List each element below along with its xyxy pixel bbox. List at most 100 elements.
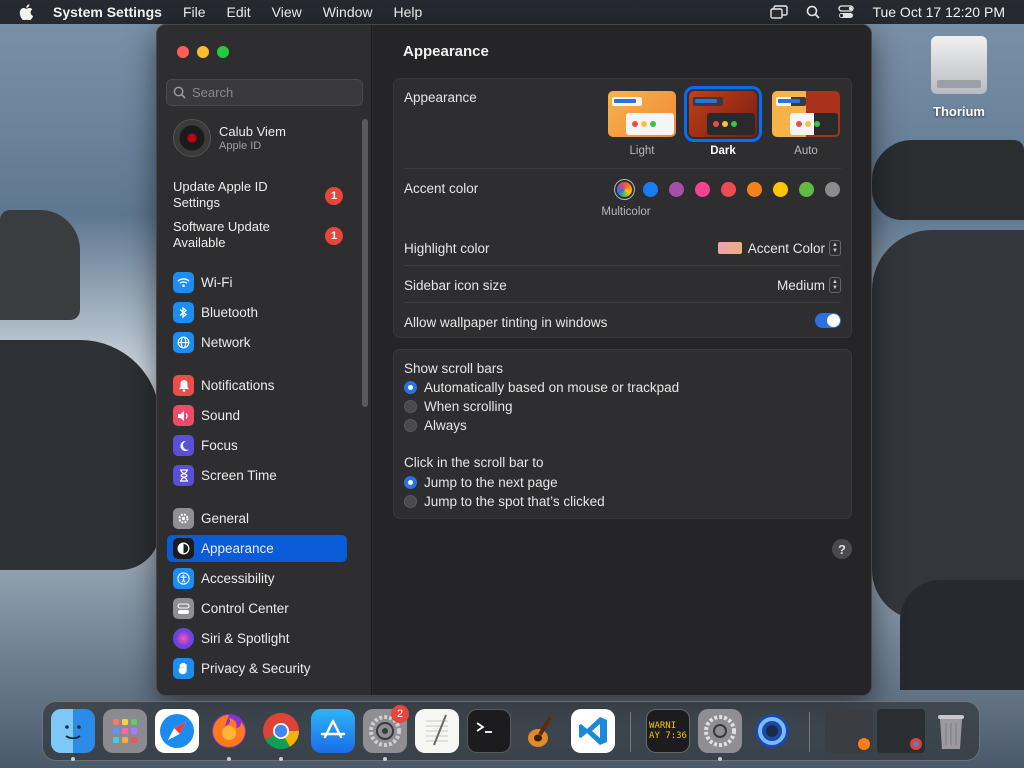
menu-bar: System Settings File Edit View Window He… (0, 0, 1024, 24)
control-center-icon[interactable] (838, 5, 855, 19)
wallpaper-rock (900, 580, 1024, 690)
wallpaper-rock (872, 140, 1024, 220)
scroll-bars-always-option[interactable]: Always (404, 418, 467, 433)
accent-graphite-swatch[interactable] (825, 182, 840, 197)
sidebar-item-wifi[interactable]: Wi-Fi (167, 269, 347, 296)
sidebar-scrollbar[interactable] (362, 119, 368, 407)
terminal-icon[interactable] (467, 709, 511, 753)
firefox-icon[interactable] (207, 709, 251, 753)
close-window-button[interactable] (177, 46, 189, 58)
apple-id-profile[interactable]: Calub Viem Apple ID (173, 119, 286, 157)
appearance-dark-thumbnail[interactable] (684, 86, 762, 142)
wallpaper-tinting-toggle[interactable] (815, 313, 841, 328)
running-indicator (383, 757, 387, 761)
highlight-color-value: Accent Color (747, 240, 825, 256)
sidebar-item-notifications[interactable]: Notifications (167, 372, 347, 399)
sidebar-icon-size-row: Sidebar icon size Medium ▲ ▼ (404, 277, 841, 293)
accent-blue-swatch[interactable] (643, 182, 658, 197)
appearance-auto-thumbnail[interactable] (772, 91, 840, 137)
notice-badge: 1 (325, 187, 343, 205)
system-settings-running-icon[interactable] (698, 709, 742, 753)
software-update-notice[interactable]: Software Update Available 1 (173, 219, 353, 251)
menu-edit[interactable]: Edit (227, 4, 251, 20)
chrome-icon[interactable] (259, 709, 303, 753)
highlight-color-select[interactable]: Accent Color ▲ ▼ (717, 240, 841, 256)
wallpaper-rock (872, 230, 1024, 620)
sidebar-item-network[interactable]: Network (167, 329, 347, 356)
radio-button[interactable] (404, 476, 417, 489)
spotlight-search-icon[interactable] (806, 5, 821, 19)
wifi-icon (173, 272, 194, 293)
desktop-drive-thorium[interactable]: Thorium (922, 36, 996, 119)
sidebar-item-control-center[interactable]: Control Center (167, 595, 347, 622)
minimized-firefox-window[interactable] (825, 709, 873, 753)
scroll-bars-when-scrolling-option[interactable]: When scrolling (404, 399, 513, 414)
sidebar-item-privacy-security[interactable]: Privacy & Security (167, 655, 347, 682)
trash-icon[interactable] (929, 709, 973, 753)
sidebar-item-bluetooth[interactable]: Bluetooth (167, 299, 347, 326)
sidebar-search[interactable] (166, 79, 363, 106)
accent-multicolor-swatch[interactable] (617, 182, 632, 197)
update-apple-id-notice[interactable]: Update Apple ID Settings 1 (173, 179, 353, 211)
screen-mirroring-icon[interactable] (770, 5, 789, 19)
textedit-icon[interactable] (415, 709, 459, 753)
accent-green-swatch[interactable] (799, 182, 814, 197)
sidebar-item-label: Screen Time (201, 468, 277, 483)
search-icon (173, 86, 186, 99)
accent-pink-swatch[interactable] (695, 182, 710, 197)
click-jump-to-spot-option[interactable]: Jump to the spot that’s clicked (404, 494, 605, 509)
avatar (173, 119, 211, 157)
menubar-clock[interactable]: Tue Oct 17 12:20 PM (872, 4, 1005, 20)
scroll-bars-panel: Show scroll bars Automatically based on … (393, 349, 852, 519)
sidebar-item-appearance[interactable]: Appearance (167, 535, 347, 562)
launchpad-icon[interactable] (103, 709, 147, 753)
sidebar-icon-size-value: Medium (776, 277, 825, 293)
sidebar-item-siri-spotlight[interactable]: Siri & Spotlight (167, 625, 347, 652)
click-scroll-bar-label: Click in the scroll bar to (404, 455, 544, 470)
sidebar-item-focus[interactable]: Focus (167, 432, 347, 459)
sidebar-icon-size-select[interactable]: Medium ▲ ▼ (777, 277, 841, 293)
accent-red-swatch[interactable] (721, 182, 736, 197)
apple-logo-icon[interactable] (19, 4, 35, 20)
appearance-light-thumbnail[interactable] (608, 91, 676, 137)
finder-icon[interactable] (51, 709, 95, 753)
menu-file[interactable]: File (183, 4, 206, 20)
thorium-browser-icon[interactable] (750, 709, 794, 753)
click-jump-next-page-option[interactable]: Jump to the next page (404, 475, 558, 490)
radio-button[interactable] (404, 419, 417, 432)
sidebar-item-label: Control Center (201, 601, 289, 616)
vscode-icon[interactable] (571, 709, 615, 753)
garageband-icon[interactable] (519, 709, 563, 753)
sidebar-item-general[interactable]: General (167, 505, 347, 532)
minimized-chrome-window[interactable] (877, 709, 925, 753)
gear-icon (173, 508, 194, 529)
radio-button[interactable] (404, 495, 417, 508)
help-button[interactable]: ? (832, 539, 852, 559)
menu-view[interactable]: View (272, 4, 302, 20)
zoom-window-button[interactable] (217, 46, 229, 58)
radio-button[interactable] (404, 381, 417, 394)
dock: 2 WARNI AY 7:36 (42, 701, 980, 761)
safari-icon[interactable] (155, 709, 199, 753)
divider (404, 265, 841, 266)
menu-help[interactable]: Help (394, 4, 423, 20)
app-store-icon[interactable] (311, 709, 355, 753)
sidebar-item-screen-time[interactable]: Screen Time (167, 462, 347, 489)
minimize-window-button[interactable] (197, 46, 209, 58)
menu-window[interactable]: Window (323, 4, 373, 20)
search-input[interactable] (192, 85, 352, 100)
scroll-bars-auto-option[interactable]: Automatically based on mouse or trackpad (404, 380, 679, 395)
app-name-menu[interactable]: System Settings (53, 4, 162, 20)
sidebar-item-label: Focus (201, 438, 238, 453)
radio-label: When scrolling (424, 399, 513, 414)
divider (404, 168, 841, 169)
radio-button[interactable] (404, 400, 417, 413)
radio-label: Automatically based on mouse or trackpad (424, 380, 680, 395)
accent-yellow-swatch[interactable] (773, 182, 788, 197)
sidebar-item-accessibility[interactable]: Accessibility (167, 565, 347, 592)
accent-purple-swatch[interactable] (669, 182, 684, 197)
sidebar-icon-size-label: Sidebar icon size (404, 278, 507, 293)
sidebar-item-sound[interactable]: Sound (167, 402, 347, 429)
accent-orange-swatch[interactable] (747, 182, 762, 197)
console-icon[interactable]: WARNI AY 7:36 (646, 709, 690, 753)
